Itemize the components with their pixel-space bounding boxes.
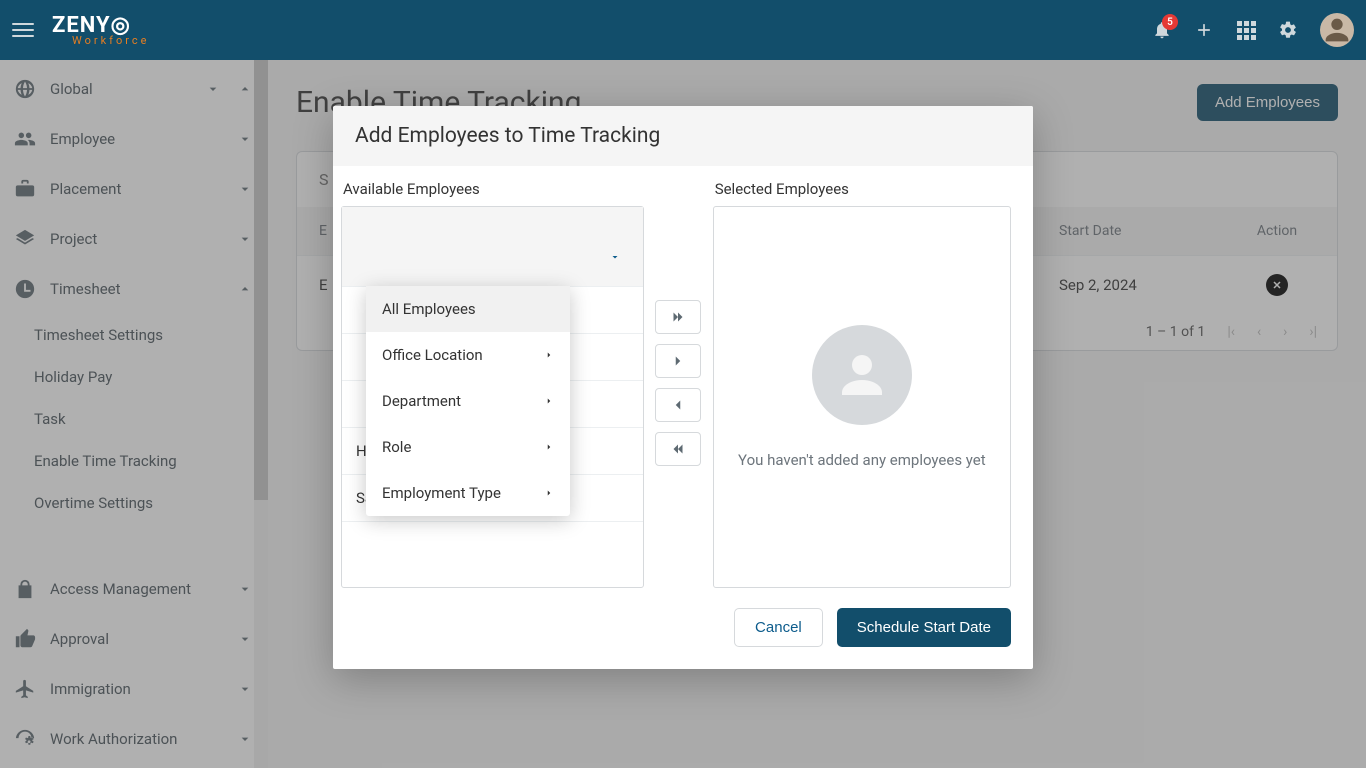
menu-toggle-button[interactable] xyxy=(12,18,36,42)
move-right-button[interactable] xyxy=(655,344,701,378)
available-employees-heading: Available Employees xyxy=(343,180,642,198)
selected-employees-box: You haven't added any employees yet xyxy=(713,206,1011,588)
dropdown-item-all-employees[interactable]: All Employees xyxy=(366,286,570,332)
user-avatar[interactable] xyxy=(1320,13,1354,47)
filter-bar xyxy=(342,207,643,287)
apps-menu-button[interactable] xyxy=(1236,20,1256,40)
dropdown-item-label: Role xyxy=(382,438,411,456)
chevron-right-icon xyxy=(669,352,687,370)
notification-count-badge: 5 xyxy=(1162,14,1178,30)
move-all-left-button[interactable] xyxy=(655,432,701,466)
app-header: ZENY◎ Workforce 5 xyxy=(0,0,1366,60)
add-button[interactable] xyxy=(1194,20,1214,40)
schedule-start-date-button[interactable]: Schedule Start Date xyxy=(837,608,1011,647)
empty-state-avatar-icon xyxy=(812,325,912,425)
gear-icon xyxy=(1278,20,1298,40)
empty-state-text: You haven't added any employees yet xyxy=(738,451,986,469)
chevron-right-icon xyxy=(544,486,554,500)
chevron-left-icon xyxy=(669,396,687,414)
app-logo: ZENY◎ Workforce xyxy=(52,15,149,46)
settings-button[interactable] xyxy=(1278,20,1298,40)
filter-dropdown-caret[interactable] xyxy=(609,248,623,262)
chevron-right-icon xyxy=(544,440,554,454)
chevron-right-icon xyxy=(544,348,554,362)
dropdown-item-role[interactable]: Role xyxy=(366,424,570,470)
modal-title: Add Employees to Time Tracking xyxy=(355,124,1011,148)
dropdown-item-label: Office Location xyxy=(382,346,483,364)
logo-sub-text: Workforce xyxy=(72,35,149,46)
dropdown-item-employment-type[interactable]: Employment Type xyxy=(366,470,570,516)
add-employees-modal: Add Employees to Time Tracking Available… xyxy=(333,106,1033,669)
move-left-button[interactable] xyxy=(655,388,701,422)
double-chevron-right-icon xyxy=(669,308,687,326)
move-all-right-button[interactable] xyxy=(655,300,701,334)
dropdown-item-label: Department xyxy=(382,392,461,410)
dropdown-item-department[interactable]: Department xyxy=(366,378,570,424)
caret-down-icon xyxy=(609,251,621,263)
dropdown-item-label: Employment Type xyxy=(382,484,501,502)
dropdown-item-label: All Employees xyxy=(382,300,476,318)
plus-icon xyxy=(1194,20,1214,40)
cancel-button[interactable]: Cancel xyxy=(734,608,823,647)
selected-employees-heading: Selected Employees xyxy=(715,180,1009,198)
chevron-right-icon xyxy=(544,394,554,408)
notifications-button[interactable]: 5 xyxy=(1152,20,1172,40)
double-chevron-left-icon xyxy=(669,440,687,458)
apps-grid-icon xyxy=(1237,21,1256,40)
dropdown-item-office-location[interactable]: Office Location xyxy=(366,332,570,378)
filter-dropdown-menu: All Employees Office Location Department… xyxy=(366,286,570,516)
